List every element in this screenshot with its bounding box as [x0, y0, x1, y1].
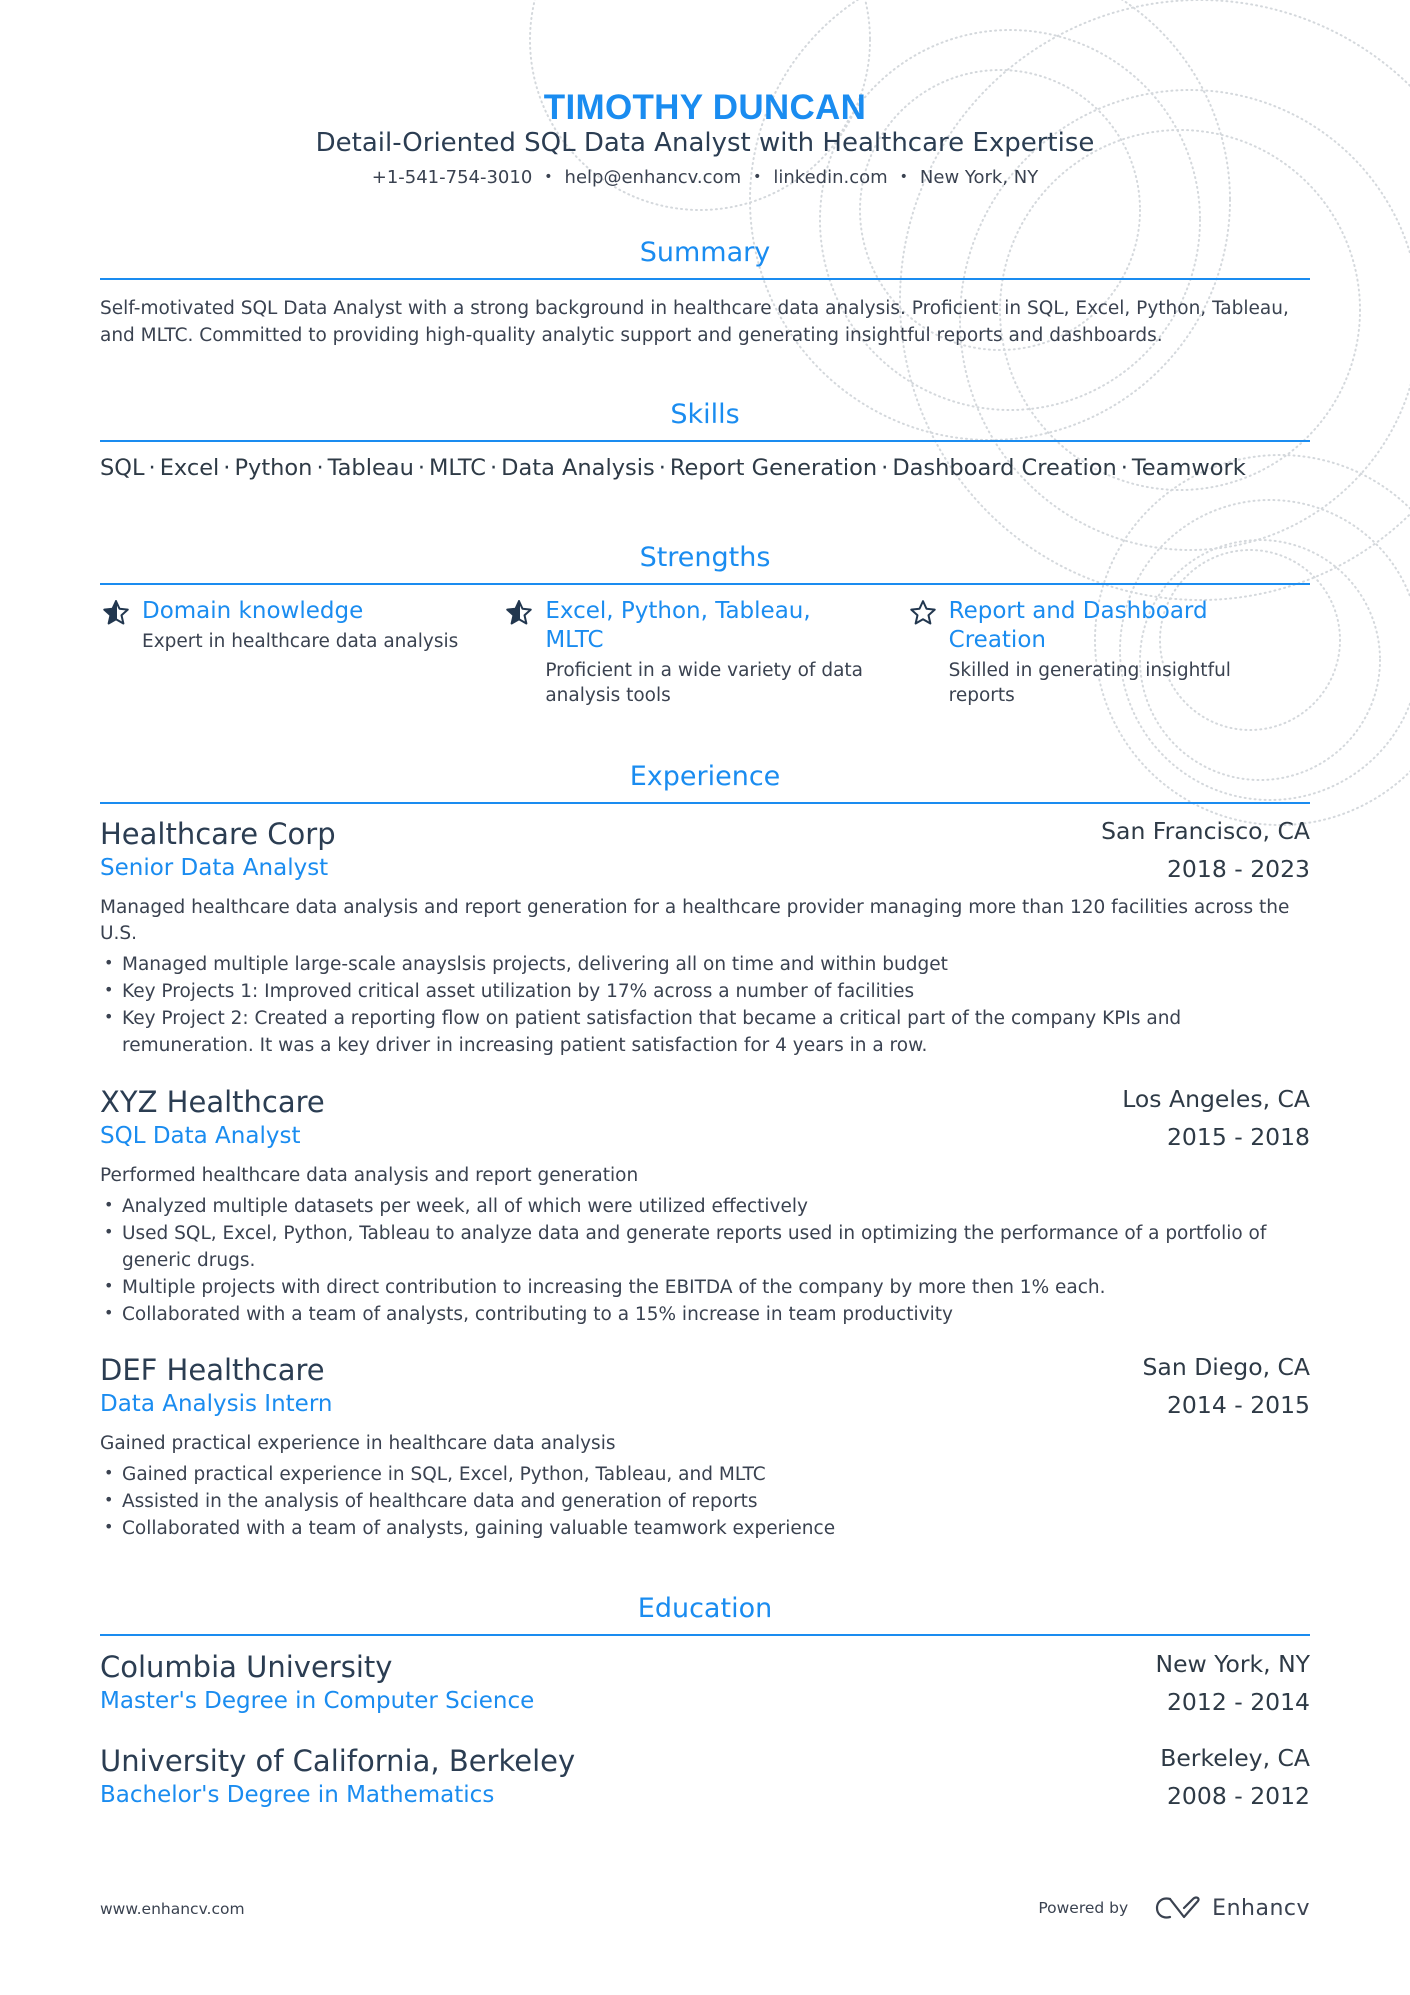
contact-phone[interactable]: +1-541-754-3010: [372, 167, 533, 188]
strength-item: Domain knowledge Expert in healthcare da…: [100, 597, 503, 708]
strength-description: Proficient in a wide variety of data ana…: [545, 660, 863, 706]
skill-item: Report Generation: [669, 455, 878, 481]
bullet-item: Managed multiple large-scale anayslsis p…: [100, 949, 1310, 978]
job-bullets: Gained practical experience in SQL, Exce…: [100, 1459, 1310, 1542]
skill-separator: ·: [490, 455, 498, 481]
skill-item: Teamwork: [1131, 455, 1246, 481]
strengths-list: Domain knowledge Expert in healthcare da…: [100, 597, 1310, 708]
contact-linkedin[interactable]: linkedin.com: [773, 167, 887, 188]
section-divider: [100, 1634, 1310, 1636]
footer-branding: Powered by Enhancv: [1038, 1895, 1310, 1921]
bullet-item: Multiple projects with direct contributi…: [100, 1272, 1310, 1301]
separator-dot: •: [544, 169, 553, 185]
job-dates: 2014 - 2015: [1166, 1391, 1310, 1419]
star-half-icon: [103, 600, 129, 625]
bullet-item: Used SQL, Excel, Python, Tableau to anal…: [100, 1218, 1310, 1274]
bullet-item: Key Projects 1: Improved critical asset …: [100, 976, 1310, 1005]
bullet-item: Analyzed multiple datasets per week, all…: [100, 1191, 1310, 1220]
contact-location: New York, NY: [919, 167, 1039, 188]
company-name: XYZ Healthcare: [100, 1085, 325, 1119]
company-name: Healthcare Corp: [100, 817, 336, 851]
degree-name: Master's Degree in Computer Science: [100, 1688, 535, 1714]
strength-title: Excel, Python, Tableau, MLTC: [545, 598, 811, 653]
job-dates: 2015 - 2018: [1166, 1123, 1310, 1151]
job-location: San Francisco, CA: [1101, 817, 1310, 845]
skill-item: SQL: [100, 455, 145, 481]
job-title: SQL Data Analyst: [100, 1123, 301, 1149]
job-location: Los Angeles, CA: [1122, 1085, 1310, 1113]
skill-separator: ·: [223, 455, 231, 481]
education-entry: Columbia University New York, NY Master'…: [100, 1650, 1310, 1720]
strength-description: Skilled in generating insightful reports: [948, 660, 1231, 706]
section-divider: [100, 440, 1310, 442]
skill-separator: ·: [417, 455, 425, 481]
candidate-headline: Detail-Oriented SQL Data Analyst with He…: [315, 128, 1095, 158]
powered-by-label: Powered by: [1038, 1899, 1129, 1917]
job-bullets: Managed multiple large-scale anayslsis p…: [100, 949, 1310, 1059]
bullet-item: Collaborated with a team of analysts, ga…: [100, 1513, 1310, 1542]
job-title: Data Analysis Intern: [100, 1391, 333, 1417]
job-description: Performed healthcare data analysis and r…: [100, 1163, 1310, 1328]
section-title-skills: Skills: [670, 399, 740, 430]
bullet-item: Collaborated with a team of analysts, co…: [100, 1299, 1310, 1328]
education-dates: 2008 - 2012: [1166, 1782, 1310, 1810]
job-dates: 2018 - 2023: [1166, 855, 1310, 883]
bullet-item: Assisted in the analysis of healthcare d…: [100, 1486, 1310, 1515]
contact-email[interactable]: help@enhancv.com: [565, 167, 742, 188]
education-entry: University of California, Berkeley Berke…: [100, 1744, 1310, 1814]
skill-separator: ·: [316, 455, 324, 481]
star-half-icon: [506, 600, 533, 625]
enhancv-brand[interactable]: Enhancv: [1212, 1896, 1310, 1921]
section-divider: [100, 278, 1310, 280]
skill-item: Tableau: [327, 455, 414, 481]
education-dates: 2012 - 2014: [1166, 1688, 1310, 1716]
job-location: San Diego, CA: [1142, 1353, 1310, 1381]
section-divider: [100, 802, 1310, 804]
school-location: Berkeley, CA: [1160, 1744, 1310, 1772]
footer-website[interactable]: www.enhancv.com: [100, 1900, 245, 1918]
section-title-summary: Summary: [639, 237, 771, 268]
skill-item: Python: [234, 455, 313, 481]
school-name: University of California, Berkeley: [100, 1744, 576, 1778]
separator-dot: •: [899, 169, 908, 185]
candidate-name: TIMOTHY DUNCAN: [543, 88, 867, 127]
section-title-strengths: Strengths: [639, 542, 771, 573]
skills-list: SQL · Excel · Python · Tableau · MLTC · Data Analy…: [100, 455, 1330, 481]
school-location: New York, NY: [1155, 1650, 1310, 1678]
job-description: Managed healthcare data analysis and rep…: [100, 895, 1310, 1059]
section-divider: [100, 583, 1310, 585]
skill-item: Excel: [159, 455, 220, 481]
skill-item: Data Analysis: [501, 455, 655, 481]
contact-info: +1-541-754-3010 • help@enhancv.com • linkedi…: [100, 167, 1310, 188]
job-bullets: Analyzed multiple datasets per week, all…: [100, 1191, 1310, 1328]
summary-text: Self-motivated SQL Data Analyst with a s…: [100, 298, 1289, 346]
skill-separator: ·: [658, 455, 666, 481]
strength-item: Excel, Python, Tableau, MLTC Proficient …: [503, 597, 906, 708]
company-name: DEF Healthcare: [100, 1353, 325, 1387]
skill-item: MLTC: [429, 455, 486, 481]
strength-item: Report and Dashboard Creation Skilled in…: [907, 597, 1310, 708]
enhancv-logo-icon: [1156, 1896, 1200, 1919]
job-summary: Performed healthcare data analysis and r…: [100, 1165, 639, 1186]
strength-title: Domain knowledge: [142, 598, 364, 624]
job-summary: Gained practical experience in healthcar…: [100, 1433, 616, 1454]
section-title-education: Education: [637, 1593, 773, 1624]
strength-description: Expert in healthcare data analysis: [142, 631, 459, 652]
skill-separator: ·: [148, 455, 156, 481]
bullet-item: Gained practical experience in SQL, Exce…: [100, 1459, 1310, 1488]
separator-dot: •: [753, 169, 762, 185]
star-outline-icon: [909, 600, 936, 625]
degree-name: Bachelor's Degree in Mathematics: [100, 1782, 495, 1808]
skill-separator: ·: [881, 455, 889, 481]
school-name: Columbia University: [100, 1650, 393, 1684]
job-title: Senior Data Analyst: [100, 855, 329, 881]
job-description: Gained practical experience in healthcar…: [100, 1431, 1310, 1542]
section-title-experience: Experience: [629, 761, 781, 792]
skill-item: Dashboard Creation: [892, 455, 1117, 481]
skill-separator: ·: [1120, 455, 1128, 481]
job-summary: Managed healthcare data analysis and rep…: [100, 897, 1290, 944]
bullet-item: Key Project 2: Created a reporting flow …: [100, 1003, 1310, 1059]
strength-title: Report and Dashboard Creation: [948, 598, 1208, 653]
